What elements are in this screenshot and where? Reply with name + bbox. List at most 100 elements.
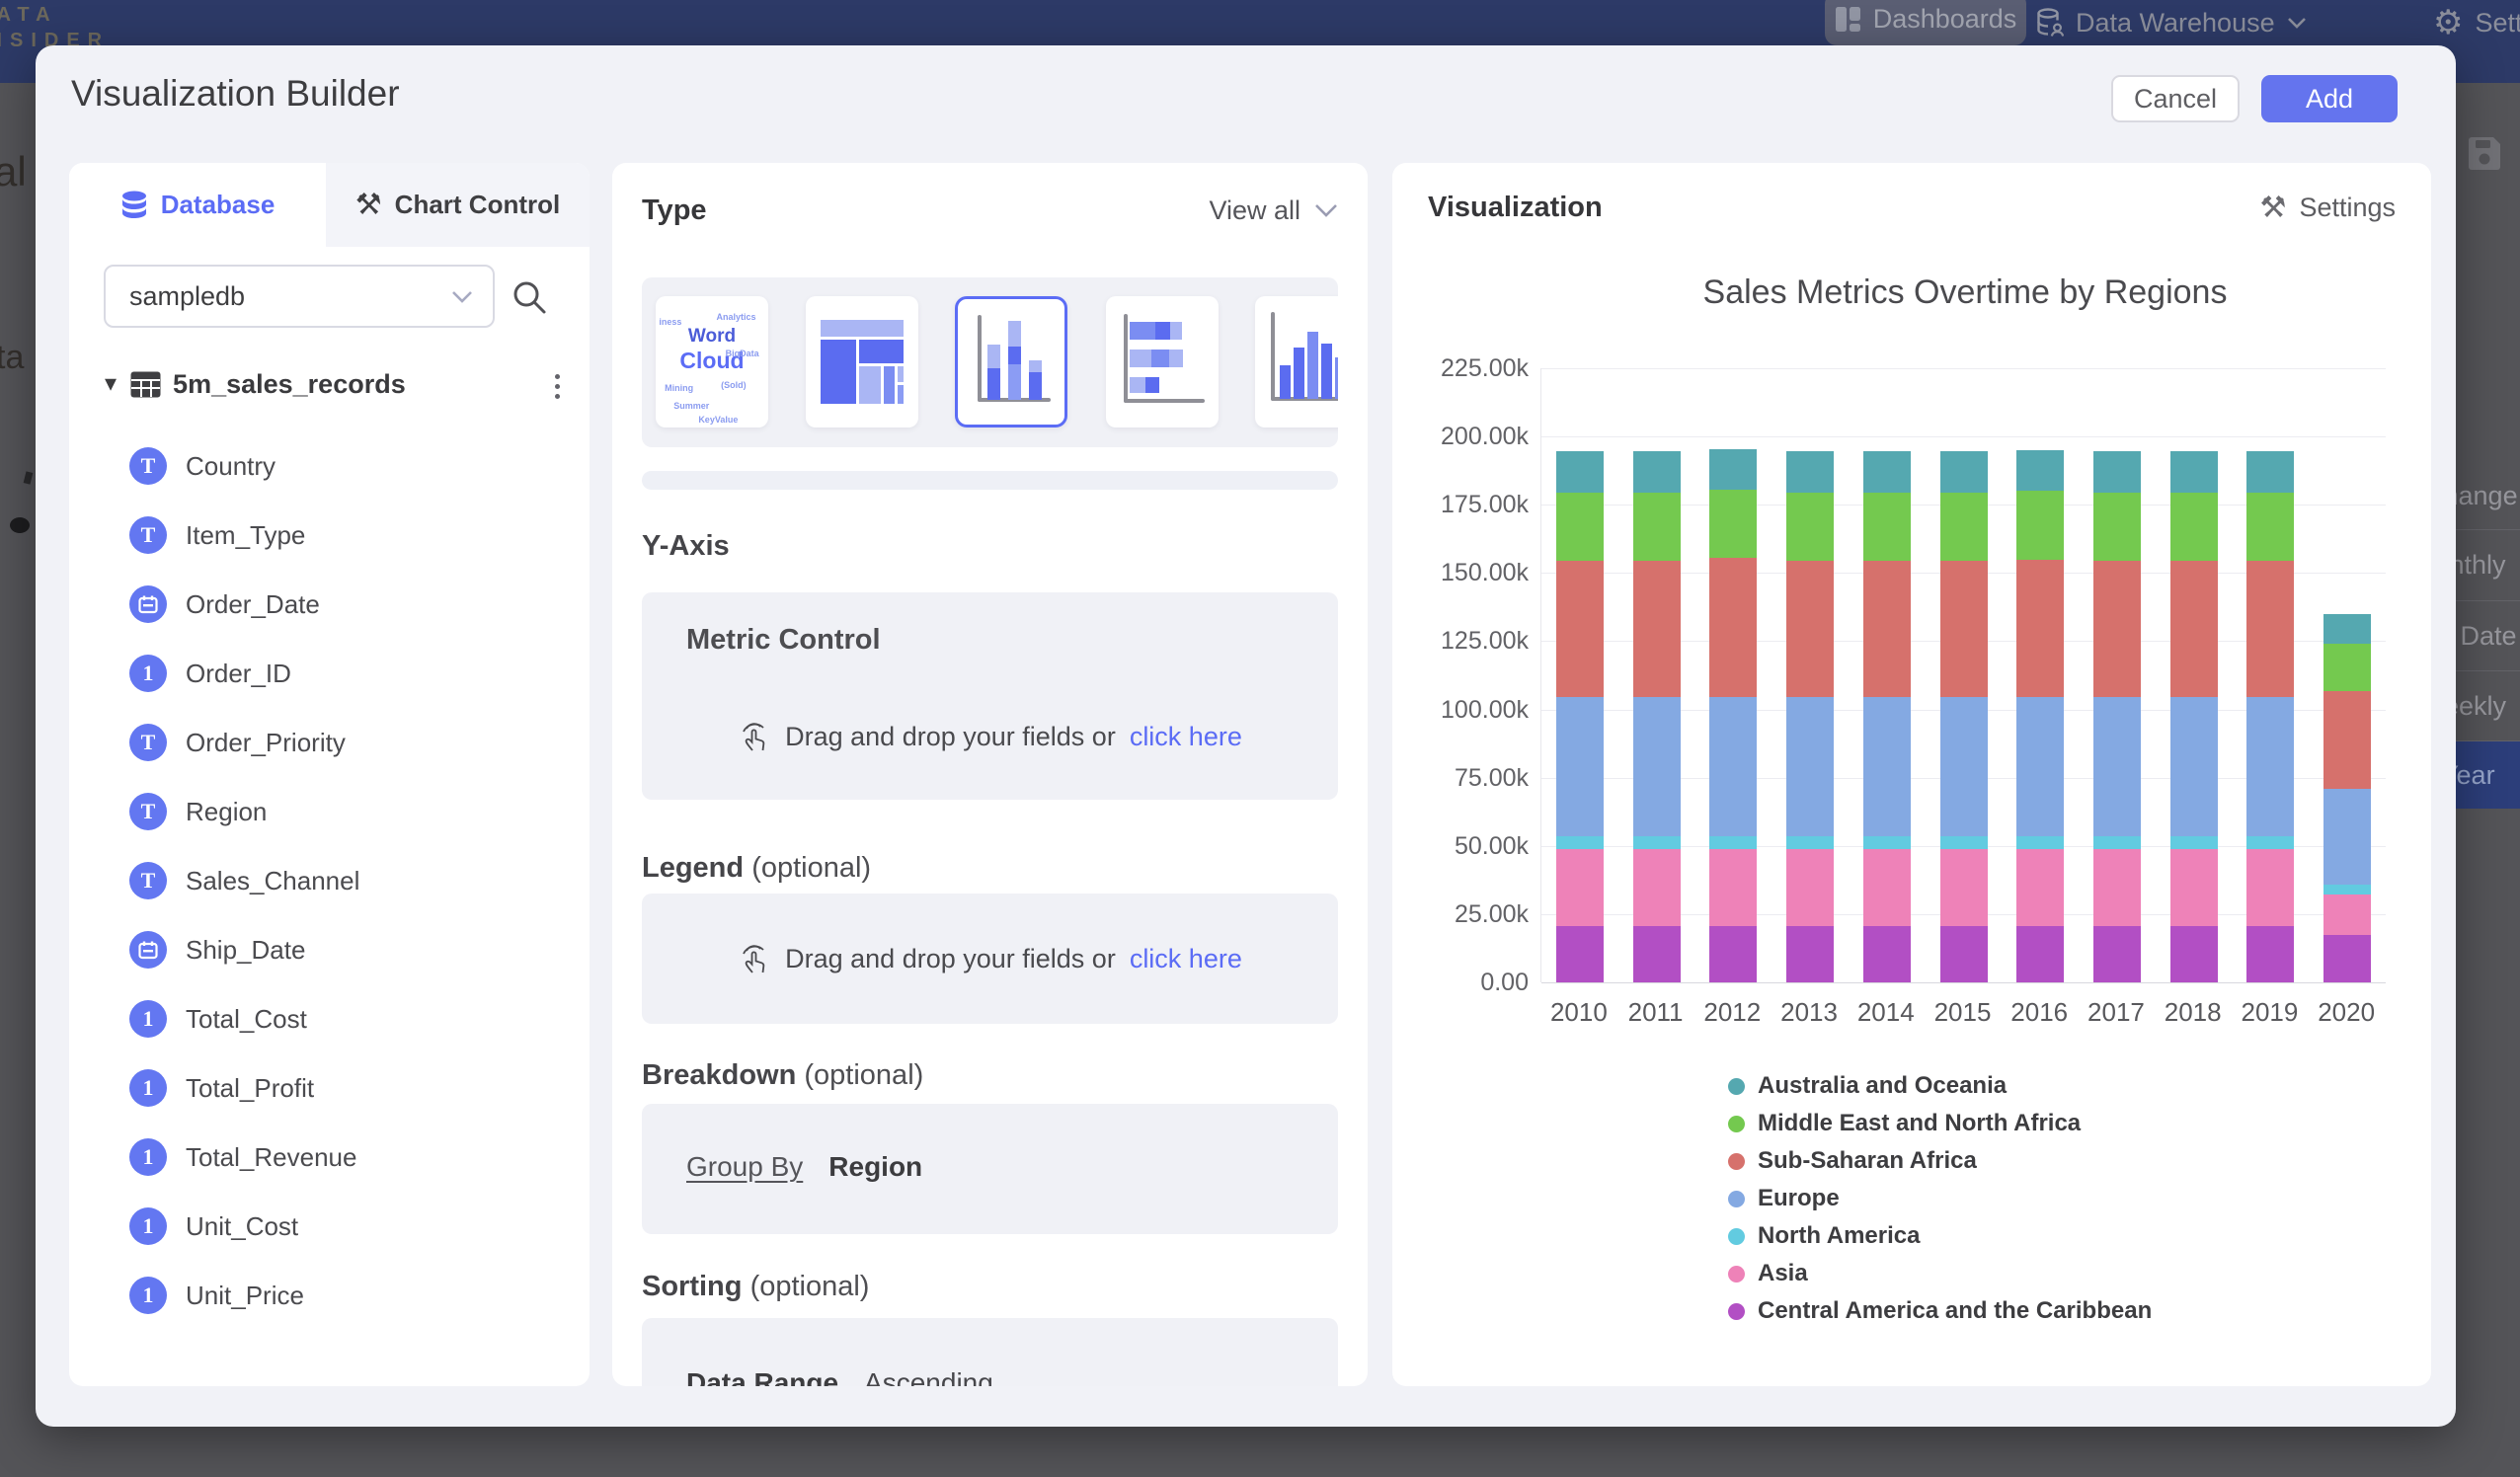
bar-segment [1786, 926, 1834, 982]
chevron-down-icon [1314, 203, 1338, 217]
chart-type-card-treemap[interactable] [806, 296, 918, 428]
word-cloud-small-word: BigData [726, 349, 759, 358]
x-axis-tick-label: 2016 [1995, 997, 2084, 1028]
legend-item[interactable]: Middle East and North Africa [1728, 1105, 2152, 1142]
metric-control-dropzone[interactable]: Metric Control Drag and drop your fields… [642, 592, 1338, 800]
caret-down-icon[interactable]: ▾ [105, 372, 117, 396]
x-axis-tick-label: 2013 [1765, 997, 1853, 1028]
bar-segment [1709, 558, 1757, 697]
x-axis-tick-label: 2020 [2302, 997, 2391, 1028]
click-here-link[interactable]: click here [1130, 722, 1242, 752]
bar-segment [2093, 493, 2141, 561]
legend-item[interactable]: North America [1728, 1217, 2152, 1255]
click-here-link[interactable]: click here [1130, 944, 1242, 974]
nav-dashboards-label: Dashboards [1873, 4, 2017, 35]
sorting-row[interactable]: Data Range Ascending [686, 1367, 993, 1386]
bar-segment [2093, 451, 2141, 492]
tab-database[interactable]: Database [69, 163, 326, 247]
field-item-unit_price[interactable]: 1Unit_Price [69, 1261, 590, 1330]
tab-chart-control[interactable]: ⚒ Chart Control [326, 163, 590, 247]
number-field-icon: 1 [129, 655, 167, 692]
field-item-order_priority[interactable]: TOrder_Priority [69, 708, 590, 777]
bar-segment [1709, 849, 1757, 927]
legend-label: North America [1758, 1222, 1920, 1250]
field-item-total_revenue[interactable]: 1Total_Revenue [69, 1123, 590, 1192]
field-label: Unit_Price [186, 1281, 304, 1311]
bar-segment [2323, 614, 2371, 644]
y-axis-tick-label: 0.00 [1392, 969, 1529, 997]
nav-settings[interactable]: ⚙ Settings [2433, 0, 2520, 45]
text-field-icon: T [129, 793, 167, 830]
bar-segment [2246, 697, 2294, 836]
bar-segment [1786, 849, 1834, 927]
bar-segment [2246, 836, 2294, 848]
group-by-row[interactable]: Group By Region [686, 1151, 922, 1183]
legend-item[interactable]: Sub-Saharan Africa [1728, 1142, 2152, 1180]
field-item-sales_channel[interactable]: TSales_Channel [69, 846, 590, 915]
bar-segment [1940, 836, 1988, 848]
legend-item[interactable]: Europe [1728, 1180, 2152, 1217]
date-field-icon [129, 931, 167, 969]
background-text-fragment: al [0, 148, 27, 195]
bar-segment [2016, 849, 2064, 927]
horizontal-scrollbar[interactable] [642, 471, 1338, 490]
cancel-button[interactable]: Cancel [2111, 75, 2240, 122]
legend-color-dot [1728, 1228, 1745, 1245]
field-item-order_id[interactable]: 1Order_ID [69, 639, 590, 708]
field-item-unit_cost[interactable]: 1Unit_Cost [69, 1192, 590, 1261]
legend-color-dot [1728, 1153, 1745, 1170]
legend-item[interactable]: Asia [1728, 1255, 2152, 1292]
bar-segment [2170, 697, 2218, 836]
x-axis-tick-label: 2017 [2072, 997, 2161, 1028]
field-item-order_date[interactable]: Order_Date [69, 570, 590, 639]
bar-segment [1709, 449, 1757, 490]
bar-segment [1633, 697, 1681, 836]
nav-dashboards[interactable]: Dashboards [1825, 0, 2026, 45]
chart-type-card-column[interactable] [1255, 296, 1338, 428]
database-select[interactable]: sampledb [104, 265, 495, 328]
field-item-ship_date[interactable]: Ship_Date [69, 915, 590, 984]
chart-settings-button[interactable]: ⚒ Settings [2260, 191, 2396, 225]
field-item-country[interactable]: TCountry [69, 431, 590, 501]
legend-color-dot [1728, 1303, 1745, 1320]
group-by-label[interactable]: Group By [686, 1151, 803, 1183]
add-button[interactable]: Add [2261, 75, 2398, 122]
bar-segment [1863, 451, 1911, 492]
field-item-total_profit[interactable]: 1Total_Profit [69, 1053, 590, 1123]
table-tree-row[interactable]: ▾ 5m_sales_records [69, 358, 590, 410]
gridline [1541, 368, 2386, 369]
bar-segment [2016, 926, 2064, 982]
drag-drop-text: Drag and drop your fields or [785, 944, 1116, 974]
bar-segment [2016, 491, 2064, 559]
x-axis-tick-label: 2015 [1919, 997, 2008, 1028]
nav-data-warehouse-label: Data Warehouse [2076, 8, 2275, 39]
legend-item[interactable]: Central America and the Caribbean [1728, 1292, 2152, 1330]
chart-type-card-stacked-column[interactable] [955, 296, 1067, 428]
nav-data-warehouse[interactable]: Data Warehouse [2036, 0, 2307, 45]
x-axis-tick-label: 2014 [1842, 997, 1930, 1028]
visualization-heading: Visualization [1428, 192, 1603, 224]
gridline [1541, 436, 2386, 437]
save-icon[interactable] [2469, 136, 2501, 170]
view-all-dropdown[interactable]: View all [1209, 195, 1338, 226]
field-item-region[interactable]: TRegion [69, 777, 590, 846]
legend-dropzone[interactable]: Drag and drop your fields or click here [642, 894, 1338, 1024]
stacked-bar-2011 [1633, 451, 1681, 982]
bar-segment [1709, 490, 1757, 558]
drag-drop-text: Drag and drop your fields or [785, 722, 1116, 752]
bar-segment [2093, 561, 2141, 697]
legend-item[interactable]: Australia and Oceania [1728, 1067, 2152, 1105]
field-item-item_type[interactable]: TItem_Type [69, 501, 590, 570]
background-text-fragment: ta [0, 339, 24, 377]
kebab-menu-icon[interactable] [549, 368, 566, 405]
tap-icon [738, 941, 771, 976]
bar-segment [1940, 926, 1988, 982]
bar-segment [1863, 849, 1911, 927]
chart-type-card-word-cloud[interactable]: Word Cloud inessAnalyticsBigDataMining(S… [656, 296, 768, 428]
y-axis-tick-label: 75.00k [1392, 764, 1529, 793]
field-item-total_cost[interactable]: 1Total_Cost [69, 984, 590, 1053]
stacked-bar-2016 [2016, 450, 2064, 982]
bar-segment [2016, 697, 2064, 836]
search-icon[interactable] [511, 278, 548, 316]
chart-type-card-stacked-bar[interactable] [1106, 296, 1219, 428]
